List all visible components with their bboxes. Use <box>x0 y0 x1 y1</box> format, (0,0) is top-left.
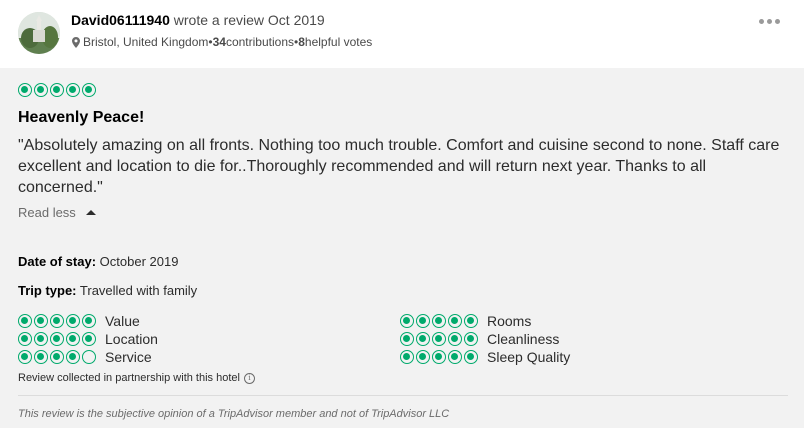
reviewer-meta: Bristol, United Kingdom • 34 contributio… <box>72 35 372 49</box>
disclaimer: This review is the subjective opinion of… <box>18 408 450 420</box>
bubble-rating <box>400 332 478 346</box>
bubble-rating <box>400 350 478 364</box>
caret-up-icon <box>85 210 96 215</box>
bubble-full-icon <box>464 350 478 364</box>
bubble-full-icon <box>416 332 430 346</box>
bubble-full-icon <box>50 314 64 328</box>
bubble-full-icon <box>82 83 96 97</box>
dot <box>758 18 764 24</box>
bubble-full-icon <box>66 314 80 328</box>
bubble-full-icon <box>416 350 430 364</box>
rating-row: Value <box>18 312 158 330</box>
partnership-note: Review collected in partnership with thi… <box>18 372 255 384</box>
bubble-full-icon <box>18 350 32 364</box>
rating-label: Service <box>105 349 152 365</box>
date-of-stay-label: Date of stay: <box>18 254 97 269</box>
contributions-label: contributions <box>225 35 294 49</box>
bubble-full-icon <box>18 83 32 97</box>
bubble-full-icon <box>400 350 414 364</box>
bubble-full-icon <box>34 83 48 97</box>
bubble-full-icon <box>66 332 80 346</box>
rating-row: Service <box>18 348 158 366</box>
divider <box>18 395 788 396</box>
rating-label: Sleep Quality <box>487 349 571 365</box>
rating-label: Location <box>105 331 158 347</box>
bubble-full-icon <box>432 350 446 364</box>
rating-label: Cleanliness <box>487 331 560 347</box>
bubble-full-icon <box>464 314 478 328</box>
more-dots-icon[interactable] <box>755 14 783 28</box>
bubble-full-icon <box>400 332 414 346</box>
trip-type: Trip type: Travelled with family <box>18 283 197 298</box>
review-body: Heavenly Peace! "Absolutely amazing on a… <box>0 68 804 428</box>
helpful-votes-label: helpful votes <box>304 35 373 49</box>
bubble-full-icon <box>82 332 96 346</box>
bubble-full-icon <box>34 350 48 364</box>
review-action-text: wrote a review Oct 2019 <box>169 12 325 28</box>
bubble-full-icon <box>82 314 96 328</box>
bubble-full-icon <box>66 350 80 364</box>
partnership-text: Review collected in partnership with thi… <box>18 372 240 384</box>
reviewer-location: Bristol, United Kingdom <box>83 35 209 49</box>
date-of-stay: Date of stay: October 2019 <box>18 254 178 269</box>
bubble-full-icon <box>464 332 478 346</box>
rating-row: Sleep Quality <box>400 348 570 366</box>
review-title[interactable]: Heavenly Peace! <box>18 109 144 127</box>
bubble-full-icon <box>448 314 462 328</box>
dot <box>774 18 780 24</box>
bubble-empty-icon <box>82 350 96 364</box>
bubble-full-icon <box>432 314 446 328</box>
bubble-full-icon <box>50 332 64 346</box>
bubble-full-icon <box>50 83 64 97</box>
map-pin-icon <box>72 36 80 48</box>
helpful-votes-count: 8 <box>298 35 305 49</box>
bubble-rating <box>18 314 96 328</box>
trip-type-value: Travelled with family <box>79 283 198 298</box>
bubble-full-icon <box>34 332 48 346</box>
read-less-label: Read less <box>18 205 76 220</box>
rating-row: Rooms <box>400 312 570 330</box>
overall-bubble-rating <box>18 83 96 97</box>
date-of-stay-value: October 2019 <box>99 254 179 269</box>
rating-row: Location <box>18 330 158 348</box>
bubble-full-icon <box>448 332 462 346</box>
bubble-rating <box>18 350 96 364</box>
info-icon[interactable]: i <box>243 372 255 384</box>
read-less-link[interactable]: Read less <box>18 205 96 220</box>
ratings-left: Value Location Service <box>18 312 158 366</box>
rating-label: Rooms <box>487 313 532 329</box>
contributions-count: 34 <box>212 35 226 49</box>
avatar[interactable] <box>18 12 60 54</box>
bubble-full-icon <box>18 314 32 328</box>
review-header: David06111940 wrote a review Oct 2019 Br… <box>0 0 804 68</box>
ratings-right: Rooms Cleanliness Sleep Quality <box>400 312 570 366</box>
rating-label: Value <box>105 313 140 329</box>
reviewer-line: David06111940 wrote a review Oct 2019 <box>71 12 325 28</box>
review-text: "Absolutely amazing on all fronts. Nothi… <box>18 137 780 196</box>
bubble-full-icon <box>416 314 430 328</box>
bubble-full-icon <box>18 332 32 346</box>
bubble-full-icon <box>400 314 414 328</box>
bubble-full-icon <box>34 314 48 328</box>
bubble-full-icon <box>432 332 446 346</box>
bubble-rating <box>18 332 96 346</box>
reviewer-name[interactable]: David06111940 <box>71 12 170 28</box>
bubble-full-icon <box>66 83 80 97</box>
rating-row: Cleanliness <box>400 330 570 348</box>
bubble-full-icon <box>448 350 462 364</box>
trip-type-label: Trip type: <box>18 283 77 298</box>
bubble-rating <box>400 314 478 328</box>
bubble-full-icon <box>50 350 64 364</box>
dot <box>766 18 772 24</box>
